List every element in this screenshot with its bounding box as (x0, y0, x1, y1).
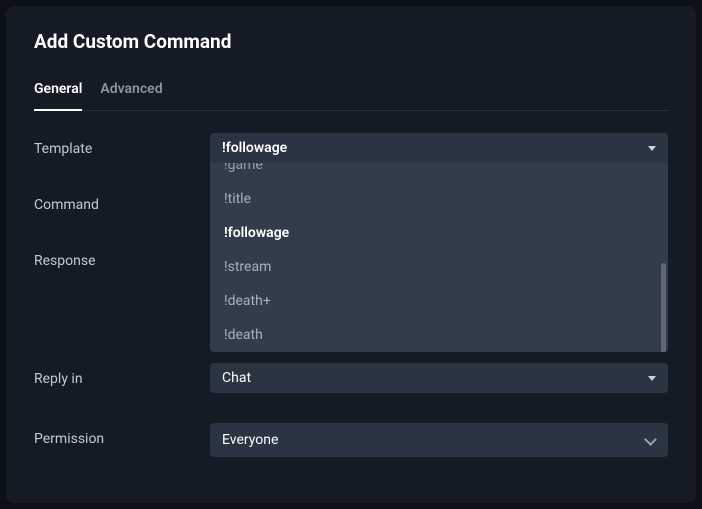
label-permission: Permission (34, 423, 210, 447)
template-option-death-plus[interactable]: !death+ (210, 284, 668, 318)
reply-in-value: Chat (222, 370, 251, 386)
chevron-down-icon (644, 434, 656, 446)
chevron-down-icon (648, 376, 656, 381)
template-selected-value: !followage (222, 140, 287, 156)
permission-value: Everyone (222, 432, 278, 448)
label-command: Command (34, 189, 210, 213)
form-rows: Template Command Response Reply in Chat (34, 133, 668, 471)
tabs: General Advanced (34, 81, 668, 111)
tab-general[interactable]: General (34, 81, 82, 111)
page-title: Add Custom Command (34, 30, 668, 53)
label-template: Template (34, 133, 210, 157)
template-dropdown: !followage !game !title !followage !stre… (210, 133, 668, 352)
label-reply-in: Reply in (34, 363, 210, 387)
chevron-down-icon (648, 146, 656, 151)
template-options-list[interactable]: !game !title !followage !stream !death+ … (210, 163, 668, 352)
permission-select[interactable]: Everyone (210, 423, 668, 457)
add-command-panel: Add Custom Command General Advanced Temp… (6, 6, 696, 503)
row-reply-in: Reply in Chat (34, 363, 668, 411)
template-select[interactable]: !followage (210, 133, 668, 163)
template-option-followage[interactable]: !followage (210, 216, 668, 250)
label-response: Response (34, 245, 210, 269)
row-permission: Permission Everyone (34, 423, 668, 471)
tab-advanced[interactable]: Advanced (100, 81, 162, 111)
template-option-stream[interactable]: !stream (210, 250, 668, 284)
reply-in-select[interactable]: Chat (210, 363, 668, 393)
template-option-death[interactable]: !death (210, 318, 668, 352)
template-option-game[interactable]: !game (210, 163, 668, 182)
scrollbar-thumb[interactable] (661, 263, 666, 352)
template-option-title[interactable]: !title (210, 182, 668, 216)
